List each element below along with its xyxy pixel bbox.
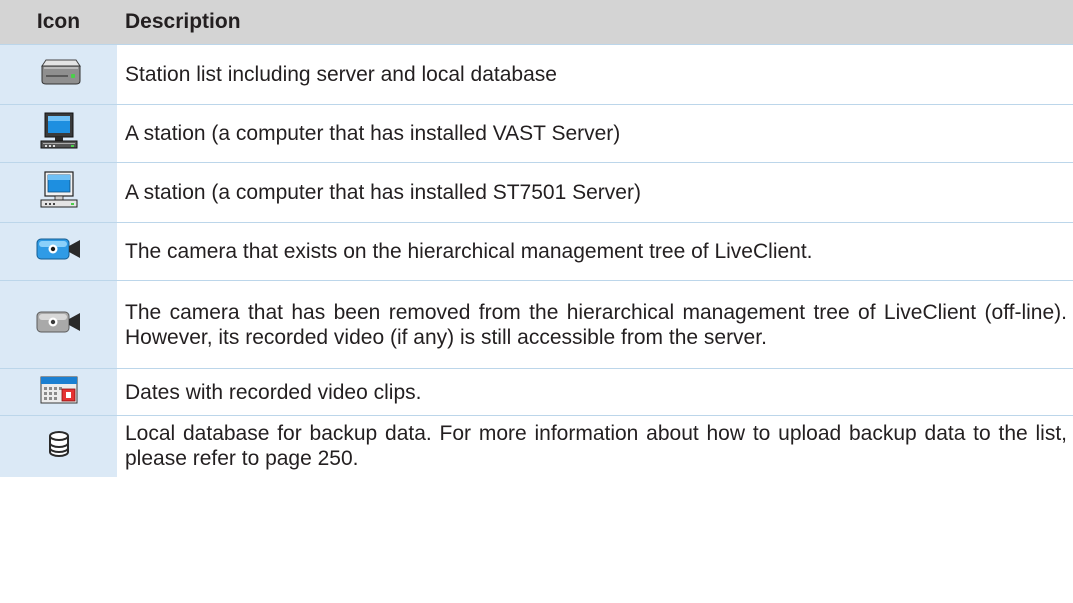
icon-cell [0, 368, 117, 416]
icon-cell [0, 415, 117, 477]
vast-station-computer-icon [39, 111, 79, 156]
description-cell: Station list including server and local … [117, 44, 1073, 105]
icon-cell [0, 280, 117, 369]
table-row: A station (a computer that has installed… [0, 162, 1073, 223]
icon-cell [0, 162, 117, 223]
table-row: The camera that exists on the hierarchic… [0, 222, 1073, 281]
table-row: Station list including server and local … [0, 44, 1073, 105]
description-cell: Dates with recorded video clips. [117, 368, 1073, 416]
description-cell: The camera that exists on the hierarchic… [117, 222, 1073, 281]
table-row: Local database for backup data. For more… [0, 415, 1073, 477]
database-icon [46, 429, 72, 464]
icon-description-table: Icon Description Station list including … [0, 0, 1073, 477]
table-header-row: Icon Description [0, 0, 1073, 45]
icon-column-header: Icon [0, 0, 117, 45]
icon-cell [0, 104, 117, 163]
camera-online-icon [34, 236, 84, 267]
table-row: The camera that has been removed from th… [0, 280, 1073, 369]
camera-offline-icon [34, 309, 84, 340]
server-stack-icon [36, 57, 82, 92]
icon-cell [0, 44, 117, 105]
table-row: A station (a computer that has installed… [0, 104, 1073, 163]
st7501-station-computer-icon [39, 170, 79, 215]
calendar-icon [39, 375, 79, 410]
description-column-header: Description [117, 0, 1073, 45]
description-cell: Local database for backup data. For more… [117, 415, 1073, 477]
description-cell: The camera that has been removed from th… [117, 280, 1073, 369]
icon-cell [0, 222, 117, 281]
table-row: Dates with recorded video clips. [0, 368, 1073, 416]
description-cell: A station (a computer that has installed… [117, 104, 1073, 163]
description-cell: A station (a computer that has installed… [117, 162, 1073, 223]
